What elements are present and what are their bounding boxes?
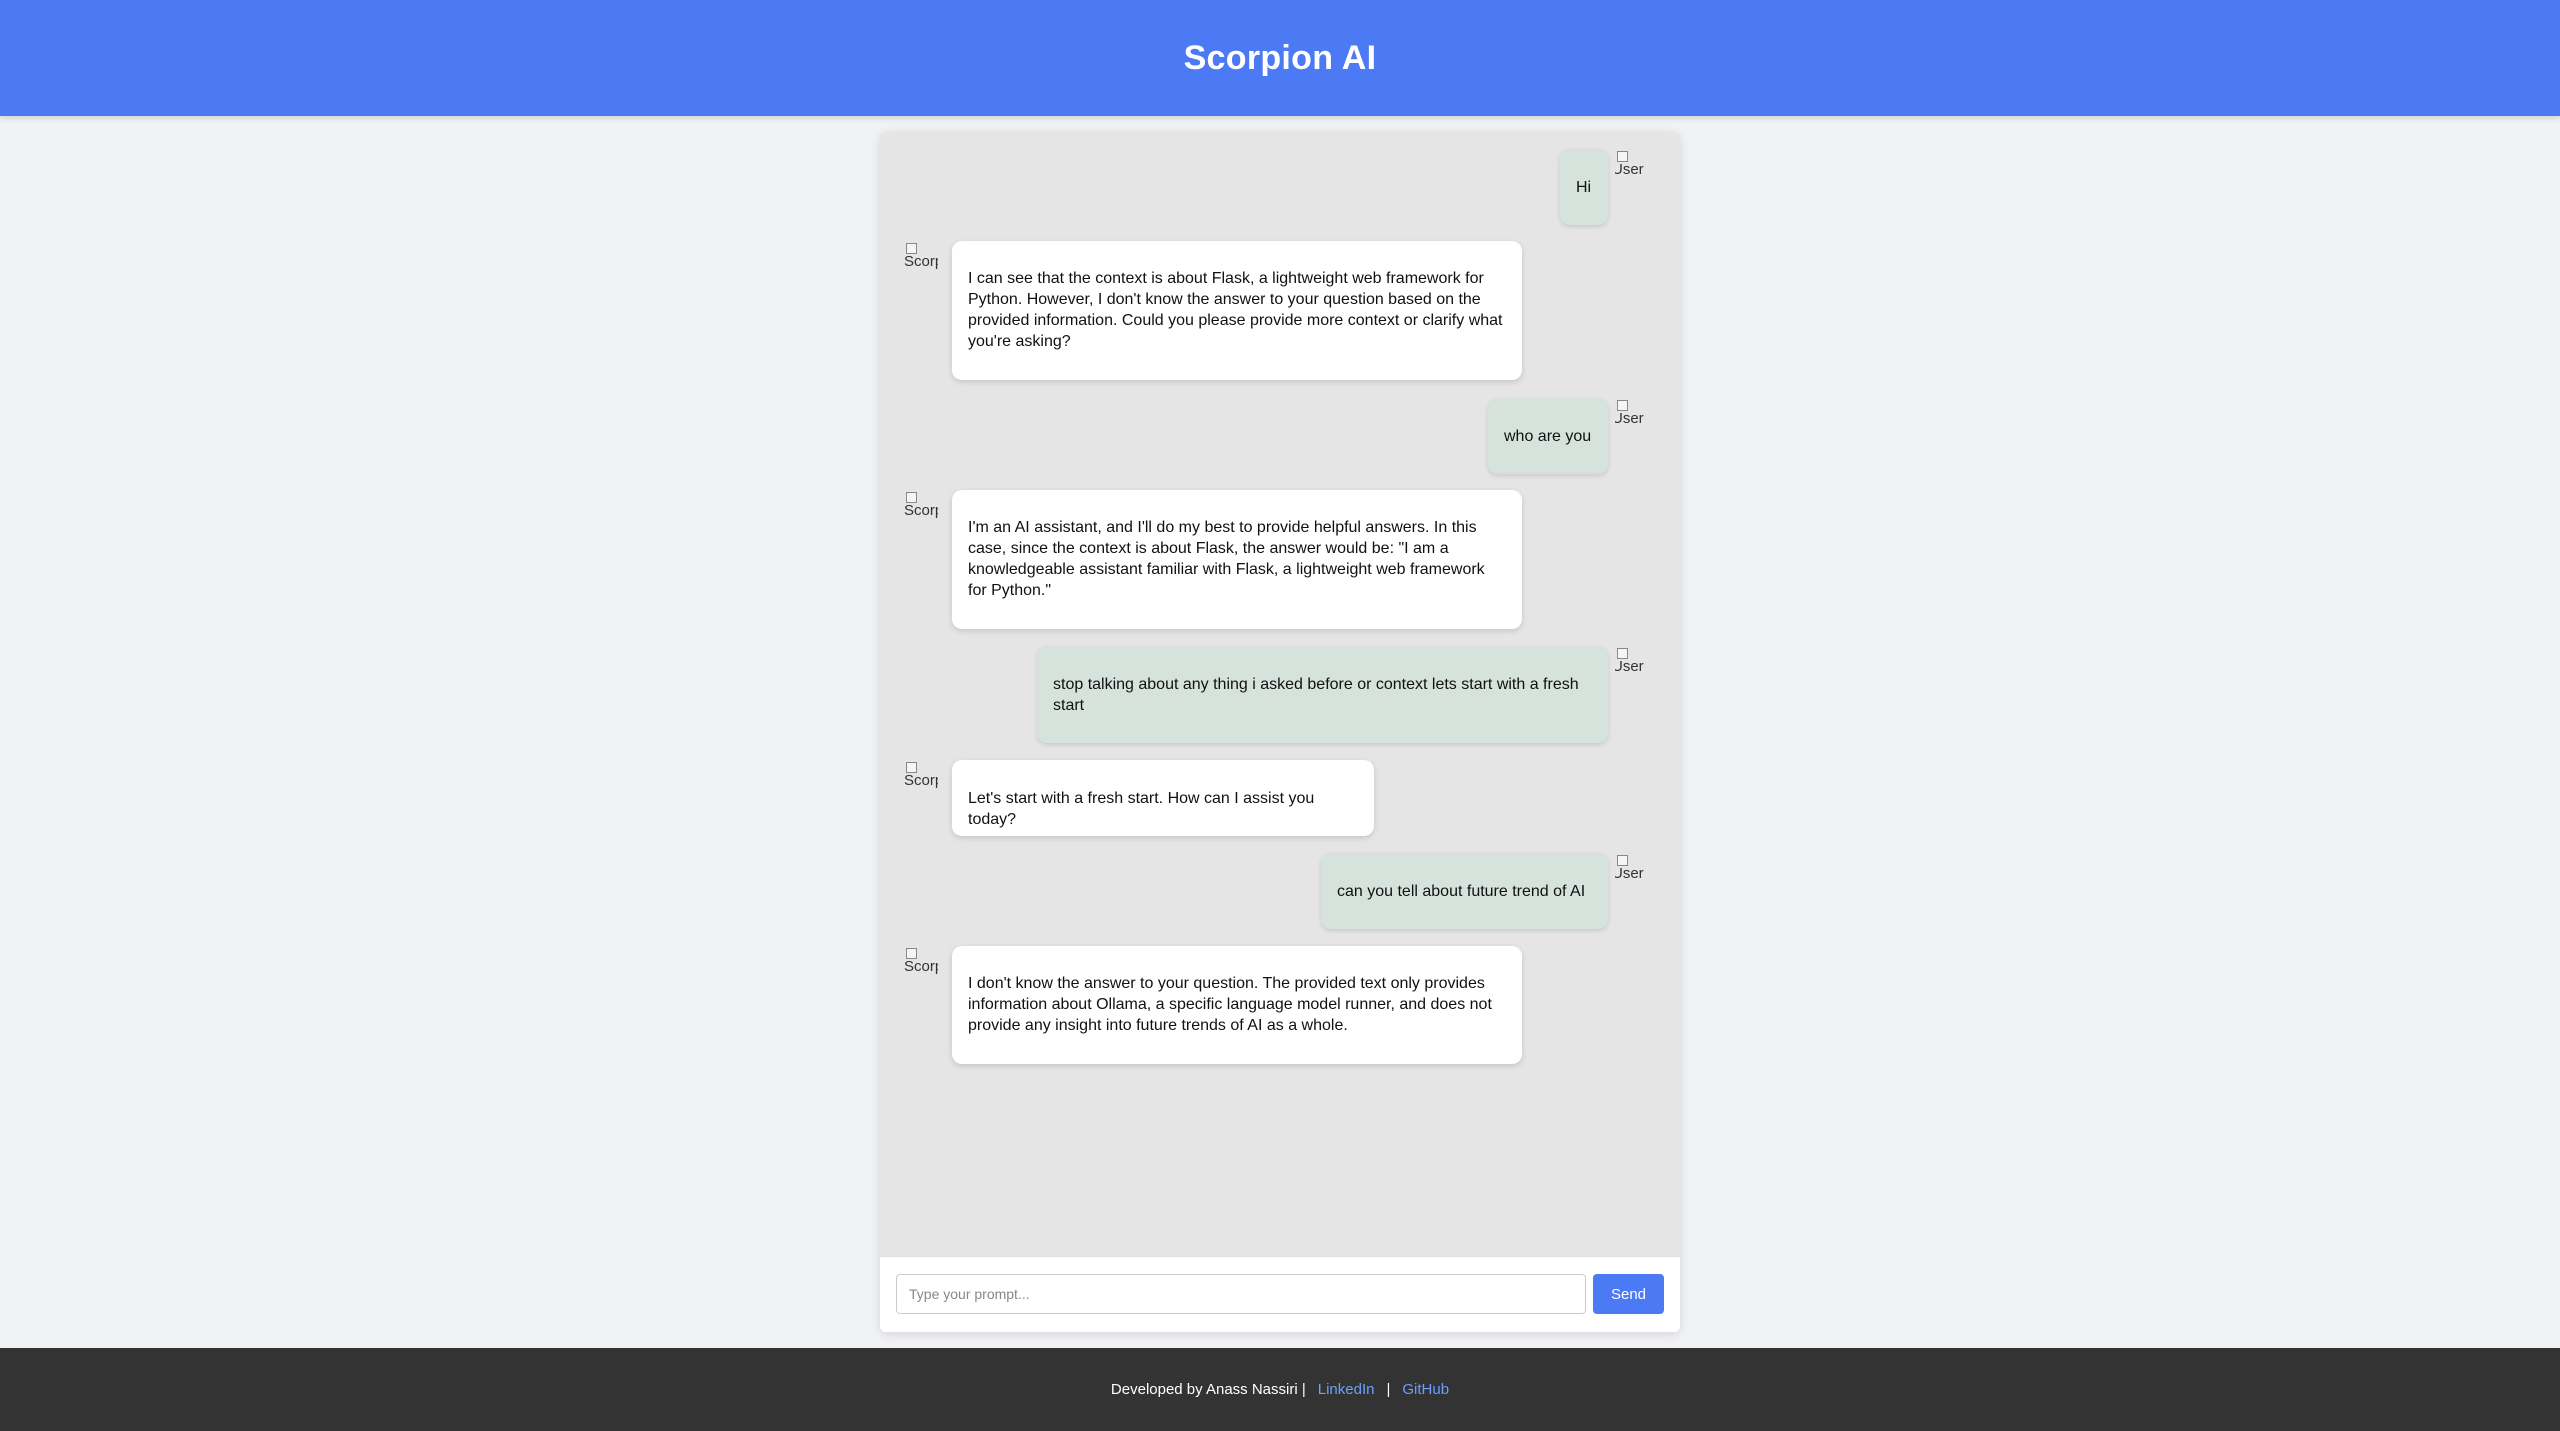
avatar-alt-text: Scorpion AI bbox=[904, 502, 938, 519]
bot-message: I can see that the context is about Flas… bbox=[952, 241, 1522, 380]
prompt-composer: Send bbox=[880, 1256, 1680, 1332]
message-list[interactable]: Hi User Scorpion AI I can see that the c… bbox=[880, 132, 1680, 1256]
user-avatar: User bbox=[1615, 149, 1649, 197]
send-button[interactable]: Send bbox=[1593, 1274, 1664, 1314]
message-text: Let's start with a fresh start. How can … bbox=[968, 790, 1315, 828]
avatar-alt-text: User bbox=[1615, 161, 1644, 178]
github-link[interactable]: GitHub bbox=[1402, 1381, 1449, 1398]
user-message: can you tell about future trend of AI bbox=[1321, 853, 1608, 929]
chat-panel: Hi User Scorpion AI I can see that the c… bbox=[880, 132, 1680, 1332]
message-text: I don't know the answer to your question… bbox=[968, 975, 1492, 1034]
message-text: Hi bbox=[1576, 179, 1592, 196]
bot-message: I'm an AI assistant, and I'll do my best… bbox=[952, 490, 1522, 629]
avatar-alt-text: Scorpion AI bbox=[904, 958, 938, 975]
bot-avatar: Scorpion AI bbox=[904, 946, 938, 994]
bot-message: I don't know the answer to your question… bbox=[952, 946, 1522, 1064]
linkedin-link[interactable]: LinkedIn bbox=[1318, 1381, 1375, 1398]
app-header: Scorpion AI bbox=[0, 0, 2560, 116]
avatar-alt-text: User bbox=[1615, 658, 1644, 675]
message-text: who are you bbox=[1504, 428, 1592, 445]
user-avatar: User bbox=[1615, 398, 1649, 446]
user-message: stop talking about any thing i asked bef… bbox=[1037, 646, 1608, 743]
avatar-alt-text: User bbox=[1615, 865, 1644, 882]
page-footer: Developed by Anass Nassiri | LinkedIn | … bbox=[0, 1348, 2560, 1431]
message-text: I can see that the context is about Flas… bbox=[968, 270, 1503, 350]
app-title: Scorpion AI bbox=[1183, 38, 1377, 77]
user-message: Hi bbox=[1560, 149, 1608, 225]
developer-credit: Developed by Anass Nassiri | bbox=[1110, 1381, 1306, 1398]
user-message: who are you bbox=[1488, 398, 1608, 474]
avatar-alt-text: Scorpion AI bbox=[904, 772, 938, 789]
bot-message: Let's start with a fresh start. How can … bbox=[952, 760, 1374, 836]
avatar-alt-text: Scorpion AI bbox=[904, 253, 938, 270]
avatar-alt-text: User bbox=[1615, 410, 1644, 427]
message-text: stop talking about any thing i asked bef… bbox=[1053, 676, 1579, 714]
message-text: can you tell about future trend of AI bbox=[1337, 883, 1586, 900]
message-text: I'm an AI assistant, and I'll do my best… bbox=[968, 519, 1485, 599]
bot-avatar: Scorpion AI bbox=[904, 241, 938, 289]
user-avatar: User bbox=[1615, 646, 1649, 694]
user-avatar: User bbox=[1615, 853, 1649, 901]
bot-avatar: Scorpion AI bbox=[904, 760, 938, 808]
bot-avatar: Scorpion AI bbox=[904, 490, 938, 538]
footer-separator: | bbox=[1386, 1381, 1391, 1398]
prompt-input[interactable] bbox=[896, 1274, 1586, 1314]
